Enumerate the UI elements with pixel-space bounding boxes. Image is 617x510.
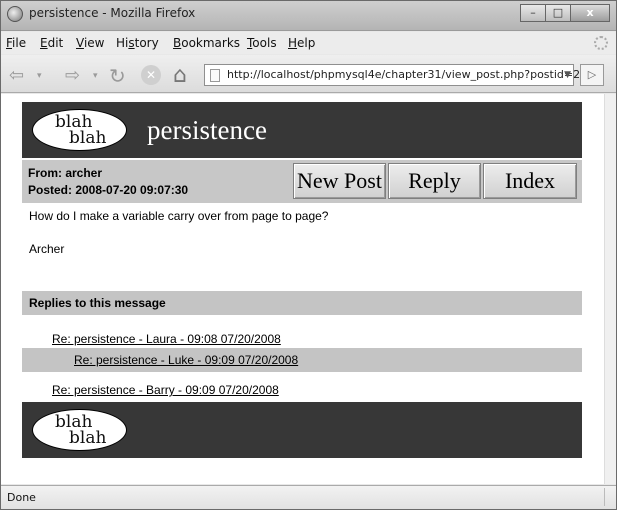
minimize-button[interactable]: – [520,4,546,22]
url-dropdown-icon[interactable]: ▼ [564,70,571,80]
back-dropdown-icon[interactable]: ▾ [37,65,42,87]
menu-history-pre: Hi [116,36,129,50]
post-date: Posted: 2008-07-20 09:07:30 [28,183,189,197]
site-header: blah blah persistence [22,102,582,158]
menu-file-rest: ile [12,36,27,50]
menu-view-accel: V [76,36,84,50]
go-button[interactable]: ▷ [580,64,604,86]
title-bar[interactable]: persistence - Mozilla Firefox – □ x [1,1,616,31]
throbber-icon [594,36,608,50]
logo-line-2: blah [69,128,107,148]
navigation-toolbar: ⇦ ▾ ⇨ ▾ ↻ ✕ ⌂ http://localhost/phpmysql4… [1,55,616,93]
index-button[interactable]: Index [483,163,577,199]
url-bar[interactable]: http://localhost/phpmysql4e/chapter31/vi… [204,64,580,86]
forward-arrow-icon[interactable]: ⇨ [65,65,80,87]
footer-logo-bubble: blah blah [32,409,127,451]
status-text: Done [7,491,36,504]
menu-bookmarks-accel: B [173,36,182,50]
window-controls: – □ x [520,4,610,22]
site-title: persistence [147,115,267,145]
replies-heading: Replies to this message [22,291,582,315]
scrollbar[interactable] [604,94,616,484]
page-icon [210,69,220,82]
menu-help[interactable]: Help [288,36,315,50]
logo-bubble: blah blah [32,109,127,151]
menu-edit[interactable]: Edit [40,36,63,50]
replies-heading-text: Replies to this message [29,296,166,310]
menu-history-rest: tory [134,36,159,50]
resize-grip[interactable] [604,488,614,506]
page-content: blah blah persistence From: archer Poste… [1,94,604,484]
menu-edit-accel: E [40,36,48,50]
post-author: From: archer [28,166,103,180]
reload-icon[interactable]: ↻ [109,65,126,87]
reply-link-luke[interactable]: Re: persistence - Luke - 09:09 07/20/200… [74,353,298,367]
url-text[interactable]: http://localhost/phpmysql4e/chapter31/vi… [227,68,580,81]
browser-window: persistence - Mozilla Firefox – □ x File… [0,0,617,510]
firefox-icon [7,6,23,22]
reply-link-laura[interactable]: Re: persistence - Laura - 09:08 07/20/20… [52,332,281,346]
menu-tools-rest: ools [252,36,277,50]
stop-icon[interactable]: ✕ [141,65,161,85]
menu-view[interactable]: View [76,36,104,50]
status-bar: Done [1,485,616,509]
reply-button[interactable]: Reply [388,163,481,199]
new-post-button[interactable]: New Post [293,163,386,199]
site-footer: blah blah [22,402,582,458]
menu-help-rest: elp [297,36,316,50]
menu-bookmarks[interactable]: Bookmarks [173,36,240,50]
menu-bookmarks-rest: ookmarks [181,36,241,50]
window-title: persistence - Mozilla Firefox [29,6,196,20]
reply-row: Re: persistence - Luke - 09:09 07/20/200… [22,348,582,372]
back-arrow-icon[interactable]: ⇦ [9,65,24,87]
footer-logo-line-2: blah [69,428,107,448]
close-button[interactable]: x [570,4,610,22]
message-signature: Archer [29,242,65,256]
reply-row: Re: persistence - Barry - 09:09 07/20/20… [22,378,582,402]
menu-tools[interactable]: Tools [247,36,277,50]
forward-dropdown-icon[interactable]: ▾ [93,65,98,87]
home-icon[interactable]: ⌂ [173,65,187,87]
menu-view-rest: iew [83,36,105,50]
reply-link-barry[interactable]: Re: persistence - Barry - 09:09 07/20/20… [52,383,279,397]
menu-help-accel: H [288,36,298,50]
menu-file[interactable]: File [6,36,26,50]
menu-bar: File Edit View History Bookmarks Tools H… [1,32,616,54]
menu-history[interactable]: History [116,36,159,50]
maximize-button[interactable]: □ [545,4,571,22]
menu-edit-rest: dit [47,36,64,50]
post-info-bar: From: archer Posted: 2008-07-20 09:07:30… [22,160,582,203]
message-body: How do I make a variable carry over from… [29,209,329,223]
